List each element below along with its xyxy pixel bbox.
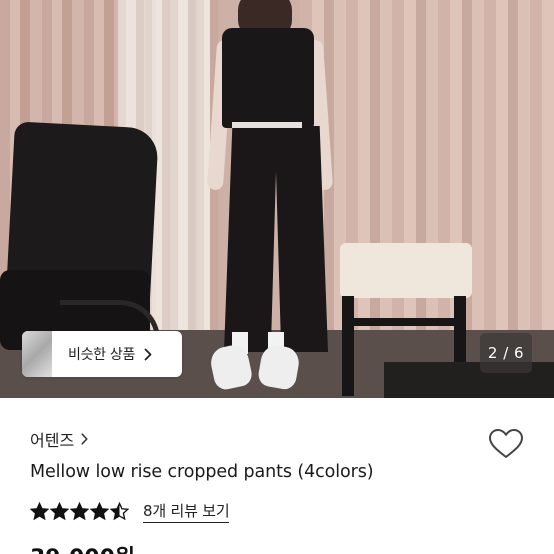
similar-products-button[interactable]: 비슷한 상품 bbox=[22, 331, 182, 377]
stool-cushion bbox=[340, 243, 472, 298]
similar-product-thumbnail bbox=[22, 331, 52, 377]
wishlist-heart-icon[interactable] bbox=[488, 428, 524, 460]
price-value: 39,000원 bbox=[30, 546, 135, 554]
similar-products-label: 비슷한 상품 bbox=[68, 347, 136, 363]
shop-name: 어텐즈 bbox=[30, 431, 75, 450]
star-full-icon bbox=[30, 502, 49, 521]
chevron-right-icon bbox=[144, 348, 152, 361]
star-half-icon bbox=[110, 502, 129, 521]
model-pants bbox=[224, 126, 328, 352]
star-full-icon bbox=[90, 502, 109, 521]
stool-rail bbox=[350, 318, 460, 326]
star-full-icon bbox=[70, 502, 89, 521]
product-title: Mellow low rise cropped pants (4colors) bbox=[30, 462, 374, 482]
review-link[interactable]: 8개 리뷰 보기 bbox=[143, 500, 230, 523]
image-counter: 2 / 6 bbox=[480, 333, 532, 373]
product-image[interactable]: 비슷한 상품 2 / 6 bbox=[0, 0, 554, 398]
star-full-icon bbox=[50, 502, 69, 521]
chevron-right-icon bbox=[81, 433, 88, 445]
rating-row: 8개 리뷰 보기 bbox=[30, 500, 230, 523]
model-top bbox=[222, 28, 314, 128]
model-waistband bbox=[232, 122, 302, 128]
product-price: 39,000원 bbox=[30, 540, 150, 554]
stool-leg bbox=[342, 296, 354, 396]
star-rating bbox=[30, 502, 130, 521]
shop-link[interactable]: 어텐즈 bbox=[30, 427, 88, 451]
